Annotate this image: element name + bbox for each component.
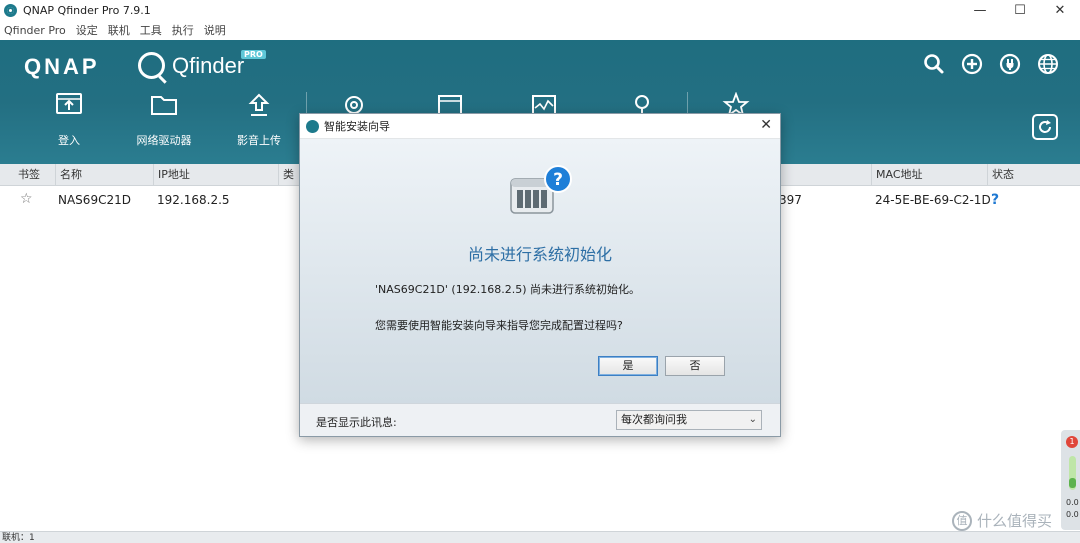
svg-text:?: ? [553,170,563,190]
qfinder-app-icon [4,3,17,17]
menu-bar: Qfinder Pro 设定 联机 工具 执行 说明 [0,20,1080,40]
status-bar: 联机：1 [0,531,1080,543]
menu-run[interactable]: 执行 [172,22,194,38]
dialog-message-question: 您需要使用智能安装向导来指导您完成配置过程吗? [375,319,623,332]
watermark-text: 什么值得买 [977,512,1053,530]
smart-install-wizard-dialog: 智能安装向导 ✕ ? 尚未进行系统初始化 'NAS69C21D' (192.16… [299,113,781,437]
side-value-2: 0.0 [1066,510,1079,519]
toolbar-network-drive-label: 网络驱动器 [136,134,192,147]
device-mac: 24-5E-BE-69-C2-1D [875,193,991,207]
toolbar-network-drive-button[interactable]: 网络驱动器 [128,92,200,148]
dialog-close-icon[interactable]: ✕ [760,117,772,133]
column-type[interactable]: 类 [278,164,300,186]
window-title: QNAP Qfinder Pro 7.9.1 [23,3,151,17]
menu-help[interactable]: 说明 [204,22,226,38]
title-bar: QNAP Qfinder Pro 7.9.1 — ☐ ✕ [0,0,1080,20]
chevron-down-icon: ⌄ [748,414,757,425]
upload-icon [248,93,270,116]
menu-tools[interactable]: 工具 [140,22,162,38]
show-message-label: 是否显示此讯息: [316,416,397,429]
nas-question-icon: ? [510,165,572,214]
device-status-question-icon[interactable]: ? [991,188,999,212]
pro-badge: PRO [241,50,266,59]
globe-icon[interactable] [1036,52,1060,76]
column-status[interactable]: 状态 [987,164,1080,186]
toolbar-media-upload-button[interactable]: 影音上传 [223,92,295,148]
side-value-1: 0.0 [1066,498,1079,507]
search-icon[interactable] [922,52,946,76]
column-name[interactable]: 名称 [55,164,153,186]
dialog-heading: 尚未进行系统初始化 [467,245,612,264]
column-bookmark[interactable]: 书签 [0,164,55,186]
dialog-title-bar: 智能安装向导 ✕ [300,114,780,139]
header-icons [922,52,1060,76]
dialog-body: ? 尚未进行系统初始化 'NAS69C21D' (192.168.2.5) 尚未… [300,139,780,403]
refresh-icon[interactable] [1032,114,1058,140]
show-message-select-value: 每次都询问我 [621,413,687,426]
device-partial-value: 397 [779,193,802,207]
toolbar-media-upload-label: 影音上传 [237,134,281,147]
device-name: NAS69C21D [58,193,131,207]
login-icon [56,93,82,114]
side-status-gadget[interactable]: 1 0.0 0.0 [1061,430,1080,530]
yes-button[interactable]: 是 [598,356,658,376]
watermark: 值 什么值得买 [952,510,1052,531]
device-ip: 192.168.2.5 [157,193,230,207]
window-controls: — ☐ ✕ [960,0,1080,20]
toolbar-login-label: 登入 [58,134,80,147]
dialog-app-icon [306,119,319,133]
bookmark-star-icon[interactable]: ☆ [20,191,33,207]
folder-icon [151,96,177,115]
qfinder-product-name: Qfinder [172,52,245,78]
menu-settings[interactable]: 设定 [76,22,98,38]
qnap-logo: QNAP [24,54,100,79]
menu-qfinder-pro[interactable]: Qfinder Pro [4,24,66,37]
minimize-icon[interactable]: — [960,0,1000,20]
usage-bar-fill [1069,478,1076,488]
watermark-logo-icon: 值 [952,510,972,531]
menu-connect[interactable]: 联机 [108,22,130,38]
column-ip[interactable]: IP地址 [153,164,278,186]
toolbar-login-button[interactable]: 登入 [33,92,105,148]
column-mac[interactable]: MAC地址 [871,164,987,186]
magnifier-logo-icon [138,52,165,79]
dialog-footer: 是否显示此讯息: 每次都询问我 ⌄ [300,403,780,436]
power-icon[interactable] [998,52,1022,76]
show-message-select[interactable]: 每次都询问我 ⌄ [616,410,762,430]
qfinder-logo: Qfinder PRO [138,50,266,79]
no-button[interactable]: 否 [665,356,725,376]
alert-count-badge: 1 [1066,436,1078,448]
maximize-icon[interactable]: ☐ [1000,0,1040,20]
qfinder-window: QNAP Qfinder Pro 7.9.1 — ☐ ✕ Qfinder Pro… [0,0,1080,543]
close-icon[interactable]: ✕ [1040,0,1080,20]
dialog-title: 智能安装向导 [324,120,390,133]
add-icon[interactable] [960,52,984,76]
dialog-message-device: 'NAS69C21D' (192.168.2.5) 尚未进行系统初始化。 [375,283,640,296]
